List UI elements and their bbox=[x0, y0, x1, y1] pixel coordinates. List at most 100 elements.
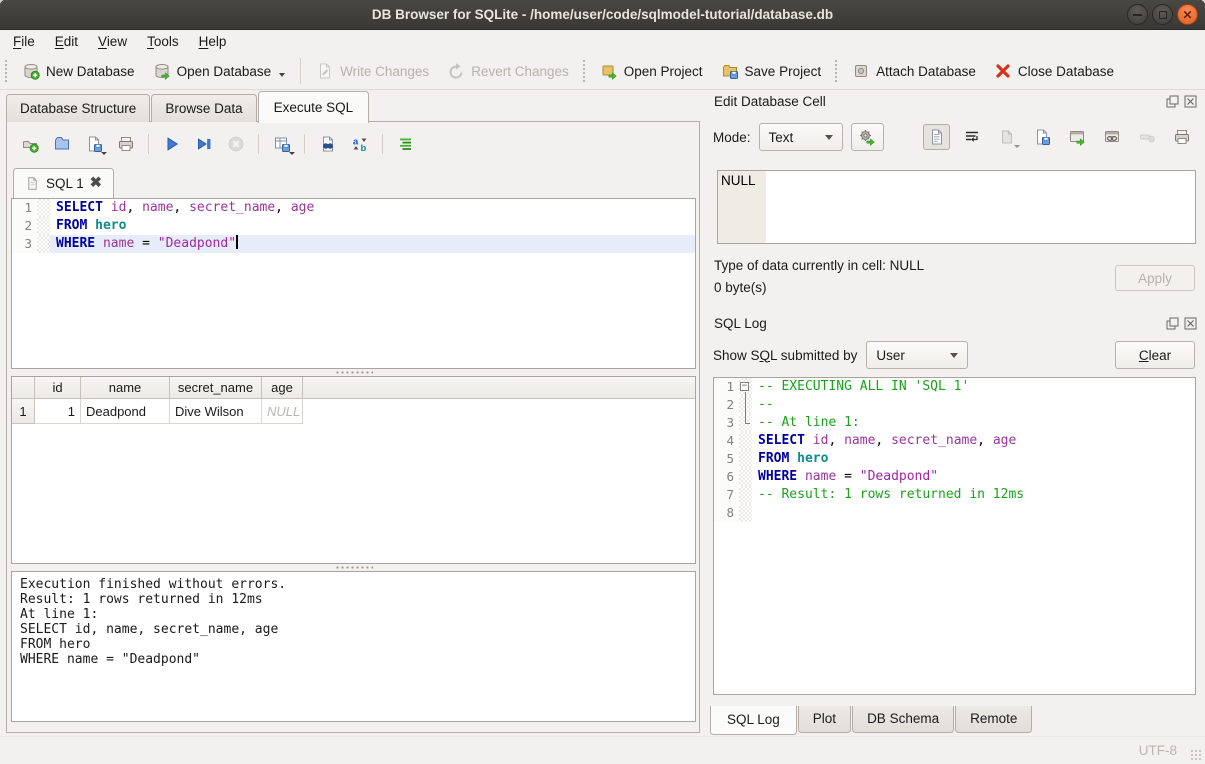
stop-execution-button[interactable] bbox=[222, 131, 249, 157]
revert-changes-icon bbox=[447, 62, 465, 80]
tab-plot[interactable]: Plot bbox=[798, 706, 851, 733]
execute-all-button[interactable] bbox=[158, 131, 185, 157]
format-sql-button[interactable] bbox=[392, 131, 419, 157]
results-table[interactable]: idnamesecret_nameage11DeadpondDive Wilso… bbox=[11, 376, 696, 564]
fold-margin bbox=[739, 432, 752, 450]
row-header[interactable]: 1 bbox=[12, 399, 35, 424]
toolbar-handle[interactable] bbox=[581, 58, 586, 84]
save-sql-file-button[interactable] bbox=[80, 131, 107, 157]
menu-view[interactable]: View bbox=[88, 32, 137, 51]
execution-message: Execution finished without errors. Resul… bbox=[11, 571, 696, 722]
open-database-button[interactable]: Open Database bbox=[144, 57, 295, 85]
copy-link-button[interactable] bbox=[1098, 124, 1125, 150]
open-sql-file-button[interactable] bbox=[48, 131, 75, 157]
close-icon[interactable] bbox=[1184, 95, 1197, 108]
word-wrap-button[interactable] bbox=[958, 124, 985, 150]
float-icon[interactable] bbox=[1166, 95, 1179, 108]
menu-tools[interactable]: Tools bbox=[137, 32, 189, 51]
column-header-filler bbox=[303, 377, 695, 398]
fold-marker-icon[interactable]: − bbox=[739, 378, 752, 396]
table-cell[interactable]: NULL bbox=[262, 399, 303, 424]
column-header-corner[interactable] bbox=[12, 377, 35, 398]
splitter-handle[interactable] bbox=[11, 369, 696, 376]
execute-current-line-button[interactable] bbox=[190, 131, 217, 157]
splitter-handle[interactable] bbox=[11, 564, 696, 571]
text-view-button[interactable] bbox=[923, 124, 950, 150]
toolbar-handle[interactable] bbox=[3, 58, 8, 84]
tab-database-structure[interactable]: Database Structure bbox=[6, 94, 150, 122]
save-project-button[interactable]: Save Project bbox=[712, 57, 831, 85]
resize-grip[interactable] bbox=[1190, 749, 1202, 761]
new-database-button[interactable]: New Database bbox=[13, 57, 144, 85]
sql-editor[interactable]: 1SELECT id, name, secret_name, age2FROM … bbox=[11, 198, 696, 369]
code-line: 8 bbox=[714, 504, 1195, 522]
print-cell-button[interactable] bbox=[1168, 124, 1195, 150]
line-number: 5 bbox=[714, 450, 739, 468]
new-database-icon bbox=[22, 62, 40, 80]
code-line: 1−-- EXECUTING ALL IN 'SQL 1' bbox=[714, 378, 1195, 396]
set-as-null-button[interactable] bbox=[1133, 124, 1160, 150]
open-database-icon bbox=[153, 62, 171, 80]
close-button[interactable]: ✕ bbox=[1177, 4, 1198, 25]
bottom-tab-bar: SQL LogPlotDB SchemaRemote bbox=[710, 706, 1033, 735]
save-project-label: Save Project bbox=[745, 64, 822, 79]
fold-margin bbox=[37, 235, 50, 253]
title-bar[interactable]: DB Browser for SQLite - /home/user/code/… bbox=[0, 0, 1205, 30]
toolbar-handle[interactable] bbox=[833, 58, 838, 84]
find-button[interactable] bbox=[314, 131, 341, 157]
submitter-select[interactable]: User bbox=[866, 341, 968, 369]
new-sql-tab-button[interactable] bbox=[16, 131, 43, 157]
export-results-button[interactable] bbox=[268, 131, 295, 157]
status-bar: UTF-8 bbox=[0, 736, 1205, 764]
revert-changes-button[interactable]: Revert Changes bbox=[438, 57, 578, 85]
cell-value-editor[interactable]: NULL bbox=[717, 170, 1196, 244]
sql-log-view[interactable]: 1−-- EXECUTING ALL IN 'SQL 1'2--3-- At l… bbox=[713, 377, 1196, 695]
sql-tab-bar: SQL 1 ✖ bbox=[13, 168, 114, 198]
close-tab-icon[interactable]: ✖ bbox=[90, 176, 102, 191]
tab-db-schema[interactable]: DB Schema bbox=[852, 706, 954, 733]
dropdown-arrow-icon[interactable] bbox=[279, 73, 285, 77]
attach-database-button[interactable]: Attach Database bbox=[843, 57, 985, 85]
tab-remote[interactable]: Remote bbox=[955, 706, 1032, 733]
find-replace-button[interactable]: ab bbox=[346, 131, 373, 157]
code-line: 4SELECT id, name, secret_name, age bbox=[714, 432, 1195, 450]
export-data-button[interactable] bbox=[1028, 124, 1055, 150]
column-header-name[interactable]: name bbox=[81, 377, 170, 398]
tab-sql-log[interactable]: SQL Log bbox=[710, 706, 797, 735]
float-icon[interactable] bbox=[1166, 317, 1179, 330]
write-changes-button[interactable]: Write Changes bbox=[307, 57, 438, 85]
print-sql-button[interactable] bbox=[112, 131, 139, 157]
minimize-button[interactable] bbox=[1127, 4, 1148, 25]
open-project-button[interactable]: Open Project bbox=[591, 57, 712, 85]
column-header-id[interactable]: id bbox=[35, 377, 81, 398]
auto-apply-button[interactable] bbox=[851, 123, 884, 151]
menu-edit[interactable]: Edit bbox=[45, 32, 88, 51]
import-data-button[interactable] bbox=[993, 124, 1020, 150]
maximize-button[interactable] bbox=[1152, 4, 1173, 25]
open-in-external-button[interactable] bbox=[1063, 124, 1090, 150]
close-database-button[interactable]: Close Database bbox=[985, 57, 1123, 85]
line-number: 3 bbox=[714, 414, 739, 432]
menu-help[interactable]: Help bbox=[189, 32, 237, 51]
print-icon bbox=[1173, 128, 1191, 146]
table-cell[interactable]: 1 bbox=[35, 399, 81, 424]
mode-select[interactable]: Text bbox=[759, 123, 843, 151]
line-number: 7 bbox=[714, 486, 739, 504]
apply-button[interactable]: Apply bbox=[1115, 265, 1195, 291]
edit-cell-dock-title: Edit Database Cell bbox=[706, 90, 1205, 112]
chevron-down-icon bbox=[950, 353, 958, 358]
tab-execute-sql[interactable]: Execute SQL bbox=[258, 91, 370, 123]
table-cell[interactable]: Deadpond bbox=[81, 399, 170, 424]
clear-log-button[interactable]: Clear bbox=[1115, 341, 1195, 369]
tab-browse-data[interactable]: Browse Data bbox=[151, 94, 256, 122]
close-database-label: Close Database bbox=[1018, 64, 1114, 79]
menu-file[interactable]: File bbox=[3, 32, 45, 51]
column-header-age[interactable]: age bbox=[262, 377, 303, 398]
chevron-down-icon bbox=[825, 135, 833, 140]
column-header-secret_name[interactable]: secret_name bbox=[170, 377, 262, 398]
sql-editor-tab[interactable]: SQL 1 ✖ bbox=[13, 168, 114, 198]
table-cell[interactable]: Dive Wilson bbox=[170, 399, 262, 424]
close-icon[interactable] bbox=[1184, 317, 1197, 330]
import-icon bbox=[998, 128, 1016, 146]
execute-sql-pane: ab SQL 1 ✖ 1SELECT id, name, secret_name… bbox=[6, 121, 700, 733]
